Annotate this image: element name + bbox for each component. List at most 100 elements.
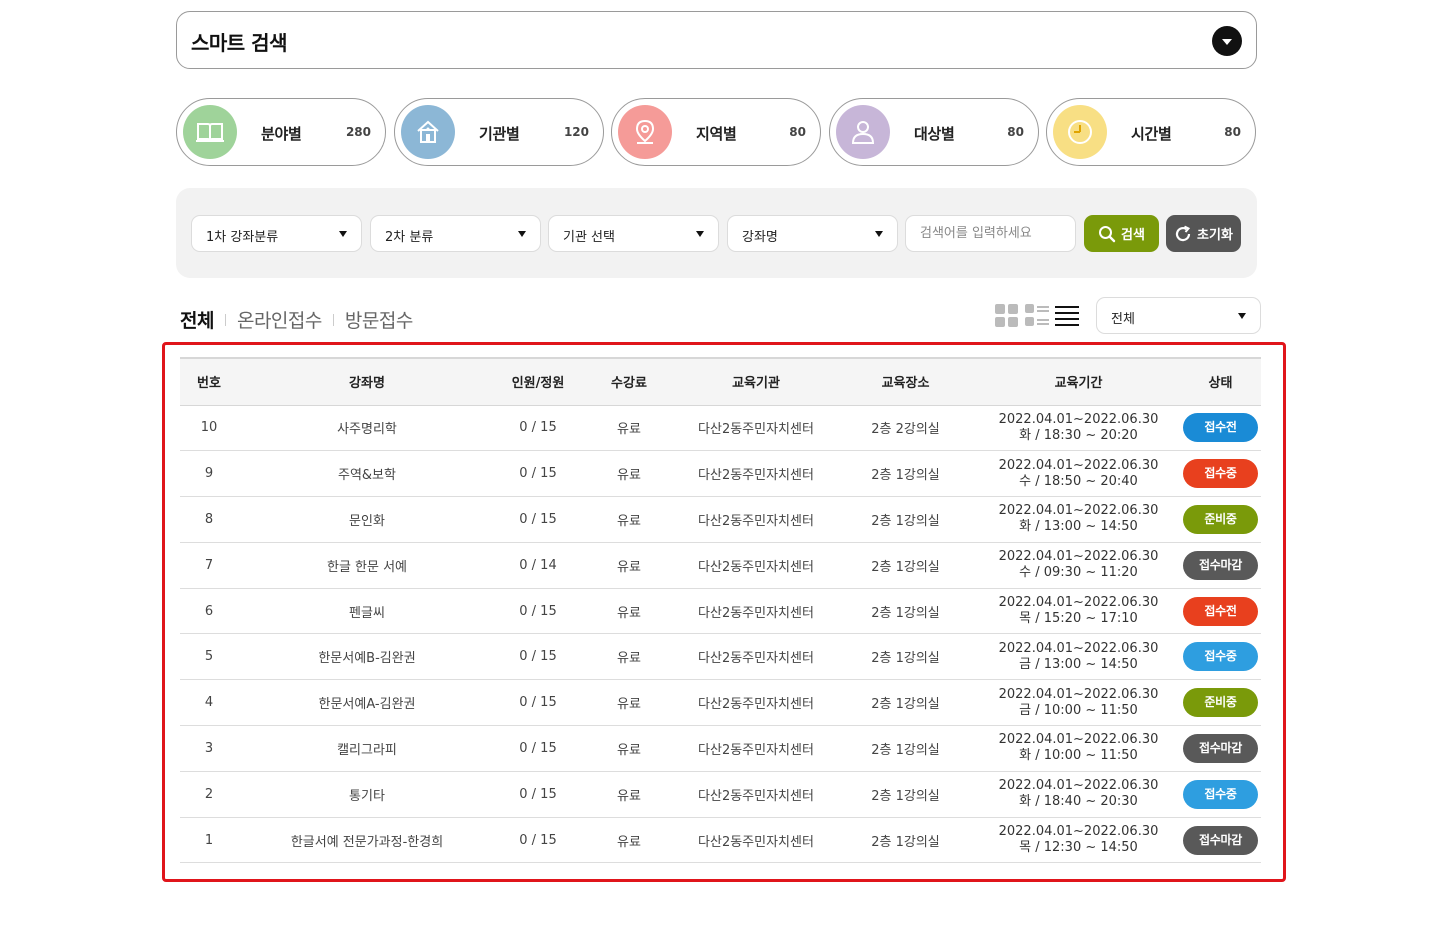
smart-search-title: 스마트 검색 xyxy=(191,31,287,55)
status-badge[interactable]: 접수전 xyxy=(1183,413,1258,443)
category-label: 기관별 xyxy=(479,125,520,143)
keyword-input[interactable] xyxy=(905,215,1076,252)
category2-select[interactable]: 2차 분류 xyxy=(370,215,541,252)
table-row[interactable]: 7 한글 한문 서예 0 / 14 유료 다산2동주민자치센터 2층 1강의실 2022.0… xyxy=(180,542,1261,589)
course-name-link[interactable]: 캘리그라피 xyxy=(238,725,496,772)
receipt-tabs: 전체 온라인접수 방문접수 xyxy=(180,306,413,333)
course-value: 강좌명 xyxy=(742,230,778,245)
search-button[interactable]: 검색 xyxy=(1084,215,1159,252)
status-badge[interactable]: 접수마감 xyxy=(1183,550,1258,580)
institution: 다산2동주민자치센터 xyxy=(678,817,834,864)
capacity: 0 / 15 xyxy=(496,725,580,772)
institution: 다산2동주민자치센터 xyxy=(678,542,834,589)
tab-visit[interactable]: 방문접수 xyxy=(345,306,413,333)
institution: 다산2동주민자치센터 xyxy=(678,450,834,498)
period-dates: 2022.04.01~2022.06.30 xyxy=(998,732,1159,748)
period-time: 금 / 13:00 ~ 14:50 xyxy=(1019,656,1138,672)
period-cell: 2022.04.01~2022.06.30 화 / 18:30 ~ 20:20 xyxy=(977,405,1180,452)
row-number: 3 xyxy=(180,725,238,772)
caret-down-icon xyxy=(339,231,347,237)
institution: 다산2동주민자치센터 xyxy=(678,679,834,727)
row-number: 9 xyxy=(180,450,238,498)
table-row[interactable]: 3 캘리그라피 0 / 15 유료 다산2동주민자치센터 2층 1강의실 2022.04.0… xyxy=(180,725,1261,772)
status-cell: 접수중 xyxy=(1180,633,1261,681)
table-row[interactable]: 10 사주명리학 0 / 15 유료 다산2동주민자치센터 2층 2강의실 2022.04.… xyxy=(180,405,1261,452)
row-number: 5 xyxy=(180,633,238,681)
status-badge[interactable]: 접수중 xyxy=(1183,779,1258,809)
smart-search-bar[interactable]: 스마트 검색 xyxy=(176,11,1257,69)
fee: 유료 xyxy=(580,405,678,452)
place: 2층 1강의실 xyxy=(834,771,977,818)
course-name-link[interactable]: 한문서예B-김완권 xyxy=(238,633,496,681)
fee: 유료 xyxy=(580,496,678,543)
place: 2층 1강의실 xyxy=(834,542,977,589)
chevron-down-icon[interactable] xyxy=(1212,26,1242,56)
fee: 유료 xyxy=(580,450,678,498)
status-cell: 접수중 xyxy=(1180,450,1261,498)
table-row[interactable]: 8 문인화 0 / 15 유료 다산2동주민자치센터 2층 1강의실 2022.04.01~… xyxy=(180,496,1261,543)
course-name-link[interactable]: 한글 한문 서예 xyxy=(238,542,496,589)
period-time: 화 / 18:40 ~ 20:30 xyxy=(1019,794,1138,810)
fee: 유료 xyxy=(580,771,678,818)
institution: 다산2동주민자치센터 xyxy=(678,588,834,635)
category2-value: 2차 분류 xyxy=(385,230,434,245)
status-badge[interactable]: 접수중 xyxy=(1183,459,1258,489)
status-badge[interactable]: 준비중 xyxy=(1183,688,1258,718)
tab-all[interactable]: 전체 xyxy=(180,306,214,333)
table-row[interactable]: 2 통기타 0 / 15 유료 다산2동주민자치센터 2층 1강의실 2022.04.01~… xyxy=(180,771,1261,818)
period-dates: 2022.04.01~2022.06.30 xyxy=(998,778,1159,794)
status-badge[interactable]: 접수마감 xyxy=(1183,733,1258,763)
card-list-view-icon[interactable] xyxy=(1025,304,1049,328)
category-region[interactable]: 지역별 80 xyxy=(611,98,821,166)
category-count: 280 xyxy=(345,125,371,139)
grid-view-icon[interactable] xyxy=(995,304,1019,328)
status-badge[interactable]: 준비중 xyxy=(1183,504,1258,534)
table-row[interactable]: 1 한글서예 전문가과정-한경희 0 / 15 유료 다산2동주민자치센터 2층 1강의실… xyxy=(180,817,1261,864)
table-row[interactable]: 6 펜글씨 0 / 15 유료 다산2동주민자치센터 2층 1강의실 2022.04.01~… xyxy=(180,588,1261,635)
category-count: 80 xyxy=(789,125,806,139)
tab-online[interactable]: 온라인접수 xyxy=(237,306,322,333)
place: 2층 1강의실 xyxy=(834,588,977,635)
course-name-link[interactable]: 한글서예 전문가과정-한경희 xyxy=(238,817,496,864)
course-name-link[interactable]: 문인화 xyxy=(238,496,496,543)
status-badge[interactable]: 접수중 xyxy=(1183,642,1258,672)
course-select[interactable]: 강좌명 xyxy=(727,215,898,252)
status-filter-select[interactable]: 전체 xyxy=(1096,297,1261,334)
status-badge[interactable]: 접수전 xyxy=(1183,596,1258,626)
category1-select[interactable]: 1차 강좌분류 xyxy=(191,215,362,252)
reset-button[interactable]: 초기화 xyxy=(1166,215,1241,252)
column-header: 인원/정원 xyxy=(496,357,580,406)
fee: 유료 xyxy=(580,588,678,635)
category-field[interactable]: 분야별 280 xyxy=(176,98,386,166)
row-number: 2 xyxy=(180,771,238,818)
status-badge[interactable]: 접수마감 xyxy=(1183,825,1258,855)
course-name-link[interactable]: 한문서예A-김완권 xyxy=(238,679,496,727)
table-row[interactable]: 4 한문서예A-김완권 0 / 15 유료 다산2동주민자치센터 2층 1강의실 2022.… xyxy=(180,679,1261,727)
period-time: 화 / 18:30 ~ 20:20 xyxy=(1019,427,1138,443)
period-dates: 2022.04.01~2022.06.30 xyxy=(998,824,1159,840)
column-header: 수강료 xyxy=(580,357,678,406)
course-name-link[interactable]: 주역&보학 xyxy=(238,450,496,498)
column-header: 교육기관 xyxy=(678,357,834,406)
institution: 다산2동주민자치센터 xyxy=(678,725,834,772)
fee: 유료 xyxy=(580,817,678,864)
capacity: 0 / 15 xyxy=(496,633,580,681)
period-dates: 2022.04.01~2022.06.30 xyxy=(998,549,1159,565)
list-view-icon[interactable] xyxy=(1055,304,1079,328)
category-institution[interactable]: 기관별 120 xyxy=(394,98,604,166)
period-cell: 2022.04.01~2022.06.30 수 / 18:50 ~ 20:40 xyxy=(977,450,1180,498)
status-filter-value: 전체 xyxy=(1111,312,1135,327)
status-cell: 준비중 xyxy=(1180,679,1261,727)
period-cell: 2022.04.01~2022.06.30 화 / 10:00 ~ 11:50 xyxy=(977,725,1180,772)
category-time[interactable]: 시간별 80 xyxy=(1046,98,1256,166)
row-number: 10 xyxy=(180,405,238,452)
course-name-link[interactable]: 펜글씨 xyxy=(238,588,496,635)
table-row[interactable]: 9 주역&보학 0 / 15 유료 다산2동주민자치센터 2층 1강의실 2022.04.0… xyxy=(180,450,1261,498)
institution-select[interactable]: 기관 선택 xyxy=(548,215,719,252)
filter-panel: 1차 강좌분류 2차 분류 기관 선택 강좌명 검색 초기화 xyxy=(176,188,1257,278)
category-target[interactable]: 대상별 80 xyxy=(829,98,1039,166)
institution: 다산2동주민자치센터 xyxy=(678,405,834,452)
course-name-link[interactable]: 사주명리학 xyxy=(238,405,496,452)
table-row[interactable]: 5 한문서예B-김완권 0 / 15 유료 다산2동주민자치센터 2층 1강의실 2022.… xyxy=(180,633,1261,681)
course-name-link[interactable]: 통기타 xyxy=(238,771,496,818)
